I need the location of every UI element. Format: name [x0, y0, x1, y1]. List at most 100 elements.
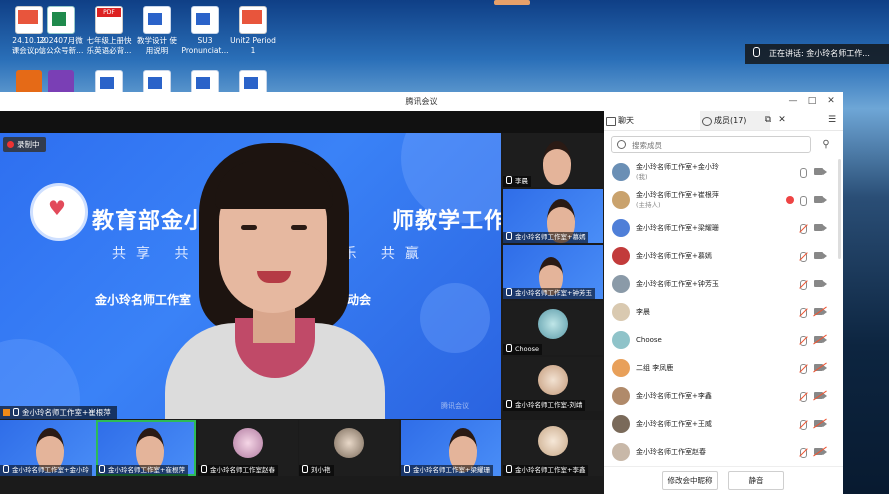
mic-icon — [302, 465, 308, 473]
participant-avatar — [538, 426, 568, 456]
search-icon — [617, 140, 626, 149]
recording-icon — [786, 196, 794, 204]
camera-icon[interactable] — [814, 168, 827, 175]
member-name: 二组 李凤鹿 — [636, 364, 674, 372]
mic-icon — [506, 400, 512, 408]
close-button[interactable]: ✕ — [822, 92, 840, 111]
tile-label: 金小玲名师工作室+金小玲 — [0, 465, 92, 476]
video-tile[interactable]: 金小玲名师工作室+李鑫 — [503, 420, 603, 476]
member-row[interactable]: 二组 李凤鹿 — [604, 354, 843, 382]
camera-off-icon[interactable] — [814, 420, 827, 427]
camera-icon[interactable] — [814, 252, 827, 259]
member-name: 金小玲名师工作室赵春 — [636, 448, 706, 456]
member-name: 李晨 — [636, 308, 650, 316]
video-bottom-bar — [0, 476, 604, 494]
tab-members[interactable]: 成员(17) — [700, 111, 770, 130]
speaker-person — [165, 133, 385, 419]
mic-muted-icon[interactable] — [800, 420, 807, 430]
camera-off-icon[interactable] — [814, 392, 827, 399]
mic-muted-icon[interactable] — [800, 336, 807, 346]
mic-icon — [506, 232, 512, 240]
member-row[interactable]: Choose — [604, 326, 843, 354]
camera-off-icon[interactable] — [814, 364, 827, 371]
member-search[interactable] — [611, 136, 811, 153]
mute-all-button[interactable]: 静音 — [728, 471, 784, 490]
member-row[interactable]: 金小玲名师工作室+慕嫣 — [604, 242, 843, 270]
avatar — [612, 415, 630, 433]
camera-icon[interactable] — [814, 196, 827, 203]
rename-button[interactable]: 修改会中昵称 — [662, 471, 718, 490]
desktop-icon-label: Unit2 Period 1 — [230, 36, 276, 55]
tile-label: 刘小艳 — [299, 465, 334, 476]
recording-badge[interactable]: 录制中 — [3, 137, 46, 152]
xls-icon — [47, 6, 75, 34]
member-row[interactable]: 金小玲名师工作室赵春 — [604, 438, 843, 466]
video-tile[interactable]: 金小玲名师工作室+金小玲 — [0, 420, 100, 476]
mic-muted-icon[interactable] — [800, 364, 807, 374]
mic-icon — [506, 465, 512, 473]
studio-logo — [30, 183, 88, 241]
video-tile[interactable]: 金小玲名师工作室+梁耀珊 — [401, 420, 501, 476]
search-input[interactable] — [630, 138, 804, 153]
tab-chat[interactable]: 聊天 — [604, 111, 698, 130]
mic-muted-icon[interactable] — [800, 280, 807, 290]
member-name: 金小玲名师工作室+李鑫 — [636, 392, 712, 400]
video-tile[interactable]: 金小玲名师工作室赵春 — [198, 420, 298, 476]
member-name: 金小玲名师工作室+王威 — [636, 420, 712, 428]
mic-muted-icon[interactable] — [800, 252, 807, 262]
tile-label: 李晨 — [503, 176, 531, 187]
maximize-button[interactable]: □ — [803, 92, 821, 111]
mic-icon — [201, 465, 207, 473]
video-tile[interactable]: 金小玲名师工作室+钟芳玉 — [503, 245, 603, 299]
chat-icon — [606, 117, 616, 126]
video-tile[interactable]: 金小玲名师工作室-刘靖 — [503, 357, 603, 411]
main-speaker-label: 金小玲名师工作室+崔根萍 — [0, 406, 117, 419]
member-row[interactable]: 金小玲名师工作室+梁耀珊 — [604, 214, 843, 242]
tile-label: 金小玲名师工作室+梁耀珊 — [401, 465, 493, 476]
window-title: 腾讯会议 — [405, 97, 438, 106]
tile-label: 金小玲名师工作室-刘靖 — [503, 400, 586, 411]
minimize-button[interactable]: — — [784, 92, 802, 111]
camera-icon[interactable] — [814, 224, 827, 231]
tab-chat-label: 聊天 — [618, 116, 634, 125]
desktop-icon[interactable]: Unit2 Period 1 — [224, 6, 282, 56]
mic-muted-icon[interactable] — [800, 392, 807, 402]
mic-muted-icon[interactable] — [800, 224, 807, 234]
camera-icon[interactable] — [814, 280, 827, 287]
meeting-window: 腾讯会议 — □ ✕ 教育部金小师教学工作室 共享 共融乐 共赢 金小玲名师工作… — [0, 92, 843, 494]
member-row[interactable]: 金小玲名师工作室+崔根萍 (主持人) — [604, 186, 843, 214]
mic-muted-icon[interactable] — [800, 448, 807, 458]
video-tile[interactable]: 金小玲名师工作室+慕嫣 — [503, 189, 603, 243]
menu-icon[interactable]: ☰ — [825, 111, 839, 130]
speaking-indicator: 正在讲话: 金小玲名师工作... — [745, 44, 889, 64]
mic-icon — [506, 176, 512, 184]
invite-icon[interactable]: ⚲ — [817, 136, 835, 153]
video-tile[interactable]: Choose — [503, 301, 603, 355]
avatar — [612, 247, 630, 265]
member-role: (主持人) — [636, 201, 661, 209]
mic-muted-icon[interactable] — [800, 308, 807, 318]
mic-icon — [99, 465, 105, 473]
close-icon[interactable]: ✕ — [775, 111, 789, 130]
mic-icon — [3, 465, 9, 473]
camera-off-icon[interactable] — [814, 308, 827, 315]
doc-icon — [143, 6, 171, 34]
member-row[interactable]: 李晨 — [604, 298, 843, 326]
video-tile[interactable]: 李晨 — [503, 133, 603, 187]
member-list: 金小玲名师工作室+金小玲 (我) 金小玲名师工作室+崔根萍 (主持人) 金小玲名师工作室… — [604, 158, 843, 466]
mic-icon[interactable] — [800, 196, 807, 206]
video-tile-active[interactable]: 金小玲名师工作室+崔根萍 — [96, 420, 196, 476]
speaking-name: 金小玲名师工作... — [806, 49, 870, 58]
member-row[interactable]: 金小玲名师工作室+李鑫 — [604, 382, 843, 410]
popout-icon[interactable]: ⧉ — [761, 111, 775, 130]
tile-label: 金小玲名师工作室+钟芳玉 — [503, 288, 595, 299]
mic-icon — [404, 465, 410, 473]
member-row[interactable]: 金小玲名师工作室+钟芳玉 — [604, 270, 843, 298]
video-tile[interactable]: 刘小艳 — [299, 420, 399, 476]
member-row[interactable]: 金小玲名师工作室+王威 — [604, 410, 843, 438]
camera-off-icon[interactable] — [814, 448, 827, 455]
member-row[interactable]: 金小玲名师工作室+金小玲 (我) — [604, 158, 843, 186]
mic-icon[interactable] — [800, 168, 807, 178]
camera-off-icon[interactable] — [814, 336, 827, 343]
main-video[interactable]: 教育部金小师教学工作室 共享 共融乐 共赢 金小玲名师工作室录课启动会 录制中 … — [0, 133, 501, 419]
